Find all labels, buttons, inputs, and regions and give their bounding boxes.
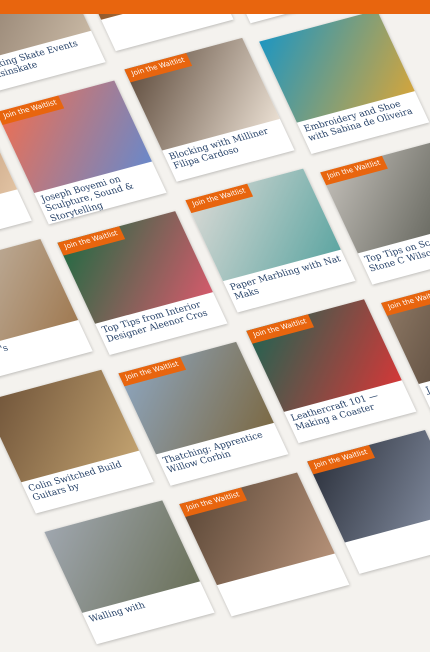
waitlist-badge: Join the Waitlist	[246, 314, 315, 344]
waitlist-badge: Join the Waitlist	[307, 444, 376, 475]
waitlist-badge: Join the Waitlist	[118, 356, 187, 387]
waitlist-badge: Join the Waitlist	[0, 95, 65, 125]
waitlist-badge: Join the Waitlist	[381, 286, 430, 316]
waitlist-badge: Join the Waitlist	[179, 487, 248, 517]
waitlist-badge: Join the Waitlist	[320, 155, 389, 185]
orange-header-bar	[0, 0, 430, 14]
card-thumbnail[interactable]: Join the Waitlist	[320, 140, 430, 254]
waitlist-badge: Join the Waitlist	[124, 52, 193, 83]
waitlist-badge: Join the Waitlist	[57, 226, 126, 256]
waitlist-badge: Join the Waitlist	[185, 183, 254, 213]
class-card[interactable]: Booking Skate Events Prusinskate	[0, 0, 106, 94]
